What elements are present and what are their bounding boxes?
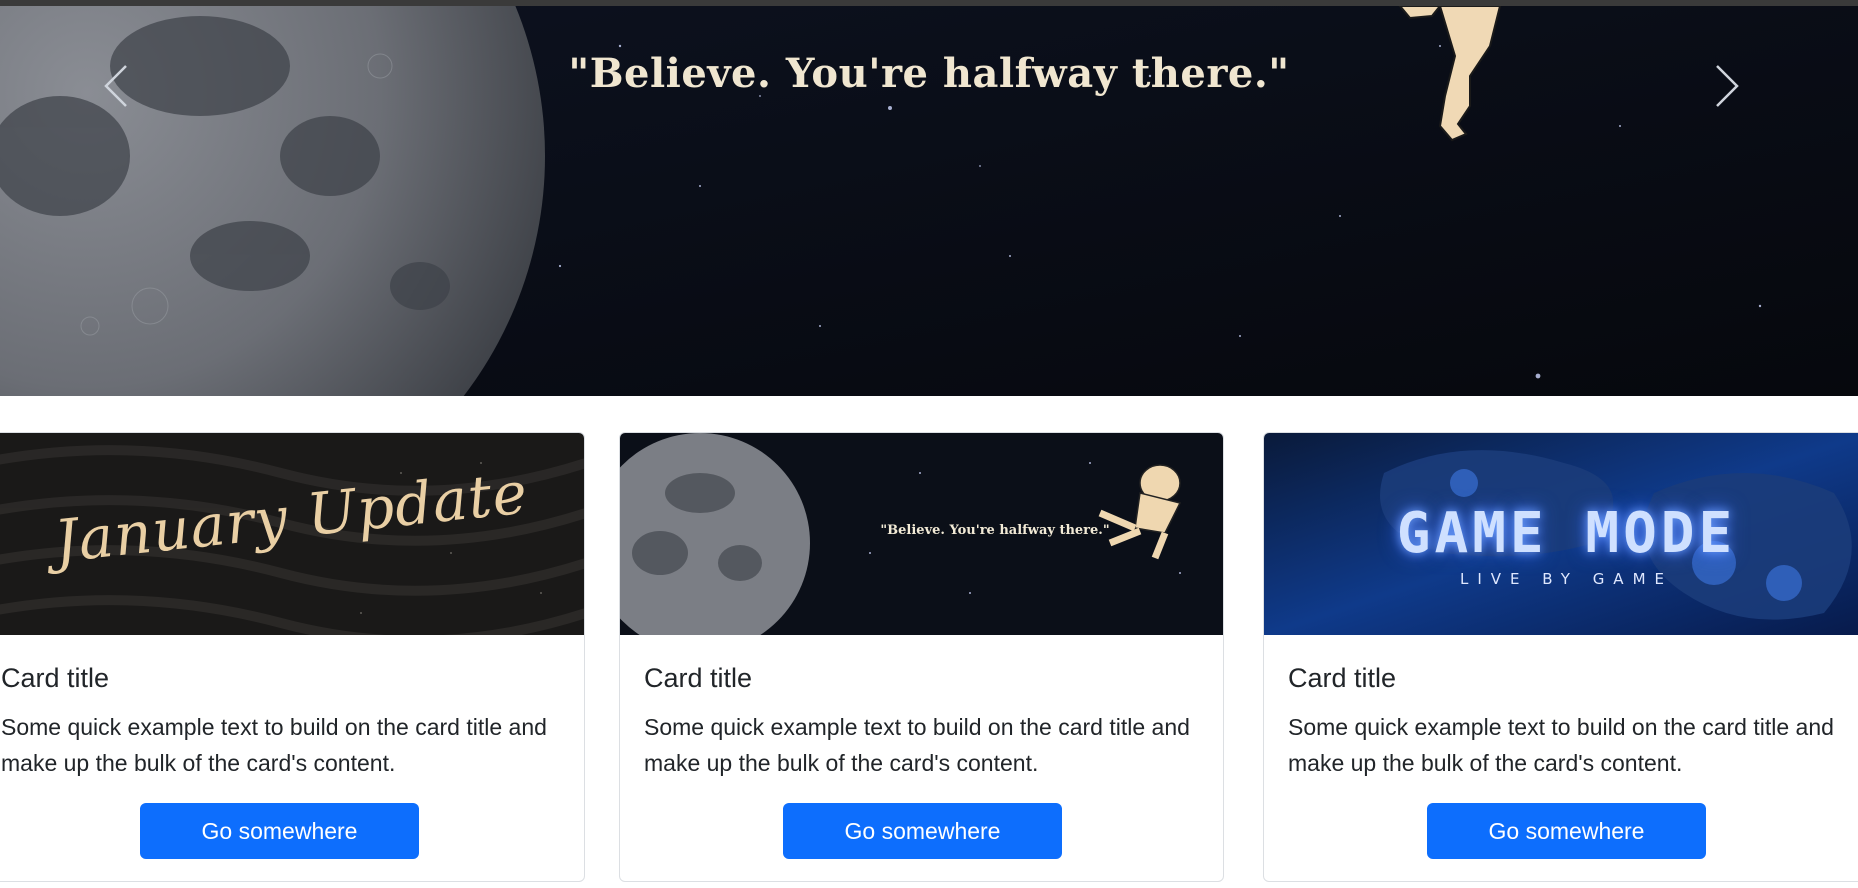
card-image: GAME MODE LIVE BY GAME	[1264, 433, 1858, 635]
card-title: Card title	[644, 663, 753, 693]
hero-carousel: "Believe. You're halfway there."	[0, 6, 1858, 396]
card-image-text: GAME MODE	[1396, 501, 1737, 566]
go-somewhere-button[interactable]: Go somewhere	[1427, 803, 1706, 859]
go-somewhere-button[interactable]: Go somewhere	[140, 803, 419, 859]
carousel-prev-button[interactable]	[96, 58, 136, 114]
card-image: "Believe. You're halfway there."	[620, 433, 1223, 635]
carousel-next-button[interactable]	[1707, 58, 1747, 114]
card-text: Some quick example text to build on the …	[1, 714, 547, 776]
chevron-left-icon	[104, 65, 127, 107]
card-believe: "Believe. You're halfway there." Card ti…	[619, 432, 1224, 882]
go-somewhere-button[interactable]: Go somewhere	[783, 803, 1062, 859]
card-title: Card title	[1288, 663, 1397, 693]
card-image-text: "Believe. You're halfway there."	[880, 523, 1110, 538]
card-image: January Update	[0, 433, 584, 635]
card-game-mode: GAME MODE LIVE BY GAME Card title Some q…	[1263, 432, 1858, 882]
card-text: Some quick example text to build on the …	[644, 714, 1190, 776]
card-title: Card title	[1, 663, 110, 693]
carousel-caption: "Believe. You're halfway there."	[568, 50, 1290, 97]
chevron-right-icon	[1716, 65, 1739, 107]
card-january-update: January Update Card title Some quick exa…	[0, 432, 585, 882]
card-text: Some quick example text to build on the …	[1288, 714, 1834, 776]
card-image-subtext: LIVE BY GAME	[1460, 570, 1673, 588]
